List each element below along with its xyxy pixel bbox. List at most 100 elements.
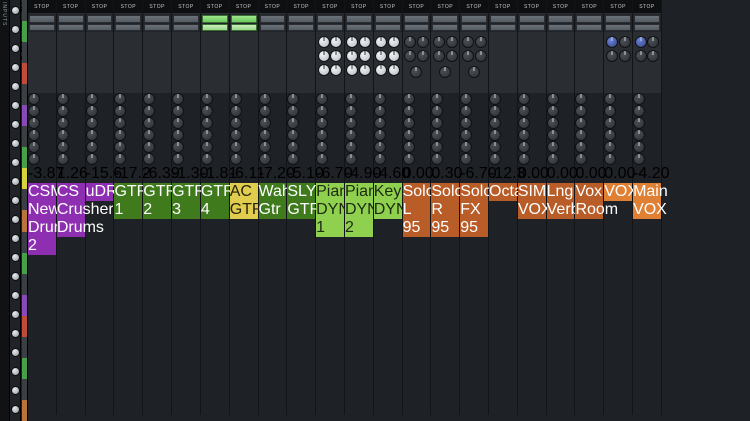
insert-slot-button[interactable] bbox=[173, 15, 199, 23]
knob-icon[interactable] bbox=[10, 310, 20, 319]
channel-name[interactable]: SIM VOX bbox=[517, 183, 552, 219]
gain-knob[interactable] bbox=[460, 93, 473, 105]
gain-knob[interactable] bbox=[633, 93, 646, 105]
rack-knob[interactable] bbox=[373, 117, 386, 129]
rack-knob[interactable] bbox=[404, 36, 417, 48]
rack-knob[interactable] bbox=[439, 66, 452, 78]
send-slot-button[interactable] bbox=[403, 23, 430, 31]
rack-knob[interactable] bbox=[28, 141, 40, 153]
strip-knob[interactable] bbox=[172, 129, 185, 141]
rack-knob[interactable] bbox=[359, 36, 372, 48]
fader-value[interactable]: -1.30 bbox=[172, 165, 208, 183]
gain-knob[interactable] bbox=[489, 93, 501, 105]
send-slot-button[interactable] bbox=[173, 23, 199, 31]
automation-status-button[interactable]: STOP bbox=[604, 0, 633, 14]
gain-knob[interactable] bbox=[287, 93, 300, 105]
rack-knob[interactable] bbox=[346, 36, 359, 48]
send-slot-button[interactable] bbox=[634, 23, 660, 31]
rack-knob[interactable] bbox=[575, 105, 588, 117]
rack-knob[interactable] bbox=[416, 50, 429, 62]
rack-knob[interactable] bbox=[388, 50, 401, 62]
channel-name[interactable]: AC GTRS bbox=[229, 183, 274, 219]
automation-status-button[interactable]: STOP bbox=[633, 0, 661, 14]
rack-knob[interactable] bbox=[489, 105, 501, 117]
strip-knob[interactable] bbox=[114, 129, 127, 141]
gain-knob[interactable] bbox=[316, 93, 329, 105]
insert-slot-button[interactable] bbox=[115, 15, 142, 23]
knob-icon[interactable] bbox=[10, 215, 20, 224]
strip-knob[interactable] bbox=[258, 129, 271, 141]
fader-value[interactable]: -6.70 bbox=[316, 165, 352, 183]
strip-knob[interactable] bbox=[85, 129, 98, 141]
automation-status-button[interactable]: STOP bbox=[489, 0, 517, 14]
channel-name[interactable]: uDRUMS bbox=[85, 183, 153, 201]
channel-name[interactable]: GTR 4 bbox=[200, 183, 235, 219]
rack-knob[interactable] bbox=[474, 36, 487, 48]
send-slot-button[interactable] bbox=[115, 23, 142, 31]
rack-knob[interactable] bbox=[373, 105, 386, 117]
rack-knob[interactable] bbox=[317, 64, 330, 76]
rack-knob[interactable] bbox=[229, 117, 242, 129]
fader-value[interactable]: 0.00 bbox=[518, 165, 549, 183]
rack-knob[interactable] bbox=[143, 117, 156, 129]
knob-icon[interactable] bbox=[10, 82, 20, 91]
knob-icon[interactable] bbox=[10, 386, 20, 395]
gain-knob[interactable] bbox=[143, 93, 156, 105]
send-level-knob[interactable] bbox=[618, 36, 631, 48]
channel-name[interactable]: SLY GTR bbox=[287, 183, 321, 219]
send-slot-button[interactable] bbox=[259, 23, 286, 31]
knob-icon[interactable] bbox=[10, 158, 20, 167]
insert-slot-button[interactable] bbox=[57, 15, 84, 23]
insert-slot-button[interactable] bbox=[317, 15, 343, 23]
rack-knob[interactable] bbox=[604, 141, 617, 153]
rack-knob[interactable] bbox=[416, 36, 429, 48]
knob-icon[interactable] bbox=[10, 6, 20, 15]
fader-value[interactable]: -4.20 bbox=[633, 165, 669, 183]
automation-status-button[interactable]: STOP bbox=[28, 0, 56, 14]
rack-knob[interactable] bbox=[604, 117, 617, 129]
rack-knob[interactable] bbox=[316, 141, 329, 153]
strip-knob[interactable] bbox=[575, 129, 588, 141]
rack-knob[interactable] bbox=[359, 64, 372, 76]
rack-knob[interactable] bbox=[258, 117, 271, 129]
rack-knob[interactable] bbox=[346, 64, 359, 76]
knob-icon[interactable] bbox=[10, 272, 20, 281]
rack-knob[interactable] bbox=[200, 153, 213, 165]
send-slot-button[interactable] bbox=[57, 23, 84, 31]
send-slot-button[interactable] bbox=[605, 23, 632, 31]
send-slot-button[interactable] bbox=[547, 23, 574, 31]
rack-knob[interactable] bbox=[431, 117, 444, 129]
gain-knob[interactable] bbox=[114, 93, 127, 105]
rack-knob[interactable] bbox=[114, 105, 127, 117]
gain-knob[interactable] bbox=[604, 93, 617, 105]
knob-icon[interactable] bbox=[10, 253, 20, 262]
rack-knob[interactable] bbox=[546, 141, 559, 153]
channel-name[interactable]: Octa bbox=[489, 183, 523, 201]
rack-knob[interactable] bbox=[432, 36, 445, 48]
fader-value[interactable]: -12.3 bbox=[489, 165, 525, 183]
insert-slot-button[interactable] bbox=[345, 15, 372, 23]
channel-name[interactable]: Main VOX bbox=[633, 183, 668, 219]
rack-knob[interactable] bbox=[604, 105, 617, 117]
channel-name[interactable]: Wah Gtr bbox=[258, 183, 291, 219]
rack-knob[interactable] bbox=[489, 141, 501, 153]
send-slot-button[interactable] bbox=[490, 23, 516, 31]
rack-knob[interactable] bbox=[317, 36, 330, 48]
knob-icon[interactable] bbox=[10, 177, 20, 186]
rack-knob[interactable] bbox=[28, 105, 40, 117]
fader-value[interactable]: 0.00 bbox=[403, 165, 434, 183]
rack-knob[interactable] bbox=[143, 141, 156, 153]
rack-knob[interactable] bbox=[402, 153, 415, 165]
rack-knob[interactable] bbox=[85, 153, 98, 165]
rack-knob[interactable] bbox=[373, 141, 386, 153]
rack-knob[interactable] bbox=[402, 141, 415, 153]
knob-icon[interactable] bbox=[10, 101, 20, 110]
automation-status-button[interactable]: STOP bbox=[402, 0, 431, 14]
rack-knob[interactable] bbox=[460, 141, 473, 153]
send-slot-button[interactable] bbox=[576, 23, 603, 31]
knob-icon[interactable] bbox=[10, 120, 20, 129]
rack-knob[interactable] bbox=[373, 153, 386, 165]
fader-value[interactable]: 0.00 bbox=[547, 165, 578, 183]
insert-slot-button[interactable] bbox=[86, 15, 113, 23]
fader-value[interactable]: -7.20 bbox=[259, 165, 295, 183]
